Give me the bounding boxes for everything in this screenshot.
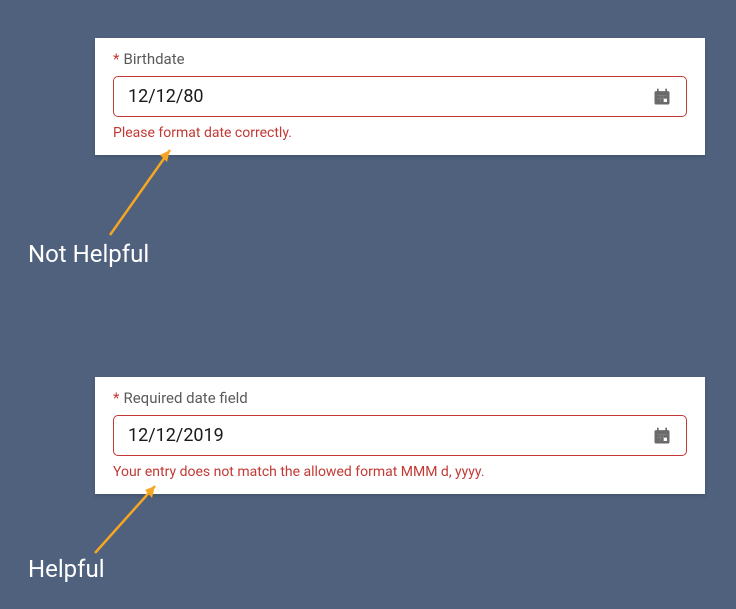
arrow-icon: [80, 478, 170, 558]
error-message: Please format date correctly.: [113, 125, 687, 141]
arrow-icon: [90, 140, 190, 240]
caption-not-helpful: Not Helpful: [28, 240, 149, 268]
form-card-helpful: *Required date field Your entry does not…: [95, 377, 705, 494]
calendar-icon[interactable]: [652, 426, 672, 446]
label-text: Required date field: [123, 389, 247, 407]
required-date-input[interactable]: [128, 425, 652, 446]
date-input-wrapper[interactable]: [113, 415, 687, 456]
required-asterisk: *: [113, 389, 119, 407]
error-message: Your entry does not match the allowed fo…: [113, 464, 687, 480]
calendar-icon[interactable]: [652, 87, 672, 107]
form-card-not-helpful: *Birthdate Please format date correctly.: [95, 38, 705, 155]
label-text: Birthdate: [123, 50, 184, 68]
required-asterisk: *: [113, 50, 119, 68]
birthdate-input[interactable]: [128, 86, 652, 107]
field-label: *Birthdate: [113, 50, 687, 68]
date-input-wrapper[interactable]: [113, 76, 687, 117]
caption-helpful: Helpful: [28, 555, 105, 583]
field-label: *Required date field: [113, 389, 687, 407]
